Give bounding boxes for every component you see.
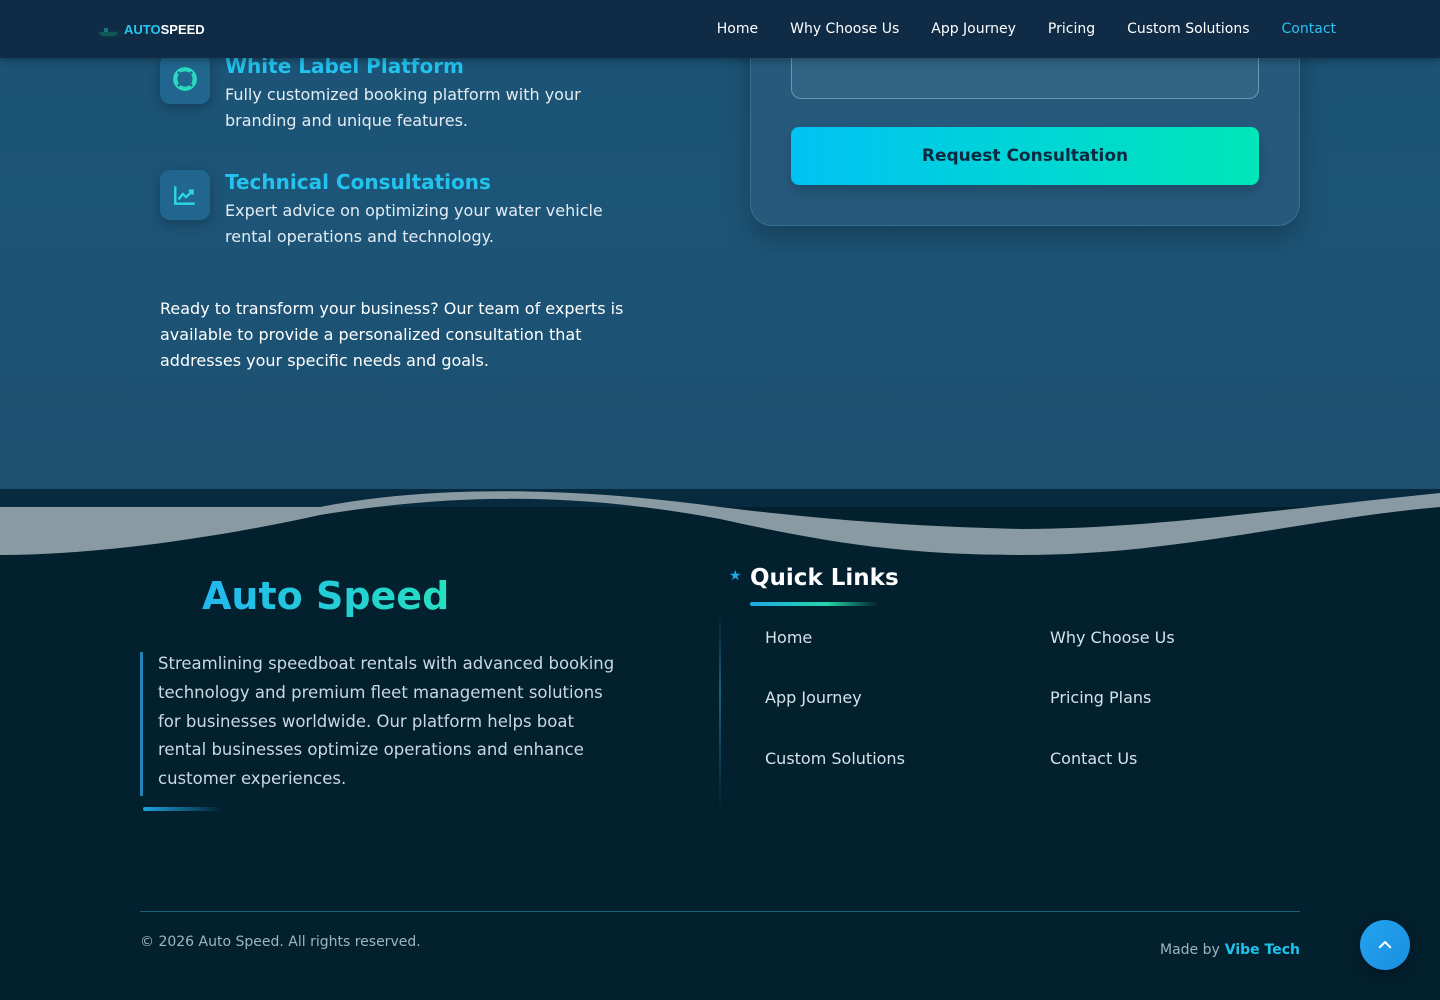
star-icon: ★	[729, 568, 742, 584]
scroll-to-top-button[interactable]	[1360, 920, 1410, 970]
logo-text-speed: SPEED	[160, 21, 205, 37]
footer-link-contact-us[interactable]: Contact Us	[1050, 749, 1137, 768]
feature-description: Fully customized booking platform with y…	[225, 85, 581, 130]
nav-item-why-choose-us[interactable]: Why Choose Us	[790, 21, 899, 37]
nav-item-contact[interactable]: Contact	[1282, 21, 1336, 37]
logo-text: AUTO SPEED	[124, 22, 205, 37]
description-underline	[143, 807, 223, 811]
made-by: Made by Vibe Tech	[1160, 942, 1300, 958]
request-consultation-button[interactable]: Request Consultation	[791, 127, 1259, 185]
footer-link-custom-solutions[interactable]: Custom Solutions	[765, 749, 905, 768]
wave-divider	[0, 489, 1440, 559]
chevron-up-icon	[1378, 941, 1392, 949]
copyright-text: © 2026 Auto Speed. All rights reserved.	[140, 934, 421, 950]
quick-links-title: Quick Links	[750, 565, 899, 591]
nav-item-app-journey[interactable]: App Journey	[931, 21, 1016, 37]
footer-brand-name: Auto Speed	[202, 574, 450, 618]
footer-link-app-journey[interactable]: App Journey	[765, 688, 862, 707]
quick-links-underline	[750, 602, 878, 606]
logo[interactable]: AUTO SPEED	[96, 14, 216, 44]
made-by-prefix: Made by	[1159, 942, 1220, 958]
quick-links-divider	[719, 612, 721, 812]
feature-title: Technical Consultations	[225, 170, 491, 194]
nav-item-home[interactable]: Home	[717, 21, 758, 37]
footer-description: Streamlining speedboat rentals with adva…	[158, 654, 615, 789]
feature-technical-consultations: Technical Consultations Expert advice on…	[160, 170, 620, 260]
contact-section: White Label Platform Fully customized bo…	[0, 0, 1440, 490]
chart-line-icon	[160, 170, 210, 220]
feature-white-label: White Label Platform Fully customized bo…	[160, 54, 620, 144]
nav-item-pricing[interactable]: Pricing	[1048, 21, 1095, 37]
cta-text: Ready to transform your business? Our te…	[160, 299, 624, 370]
lifebuoy-icon	[160, 54, 210, 104]
footer-description-block: Streamlining speedboat rentals with adva…	[140, 652, 620, 796]
feature-description: Expert advice on optimizing your water v…	[225, 201, 603, 246]
navbar: AUTO SPEED Home Why Choose Us App Journe…	[0, 0, 1440, 58]
footer-link-why-choose-us[interactable]: Why Choose Us	[1050, 628, 1175, 647]
footer-link-pricing-plans[interactable]: Pricing Plans	[1050, 688, 1151, 707]
nav-links: Home Why Choose Us App Journey Pricing C…	[717, 0, 1336, 58]
footer-divider	[140, 911, 1300, 912]
footer-link-home[interactable]: Home	[765, 628, 812, 647]
nav-item-custom-solutions[interactable]: Custom Solutions	[1127, 21, 1249, 37]
speedboat-logo-icon	[96, 16, 124, 42]
made-by-link[interactable]: Vibe Tech	[1225, 942, 1300, 958]
logo-text-auto: AUTO	[124, 21, 161, 37]
